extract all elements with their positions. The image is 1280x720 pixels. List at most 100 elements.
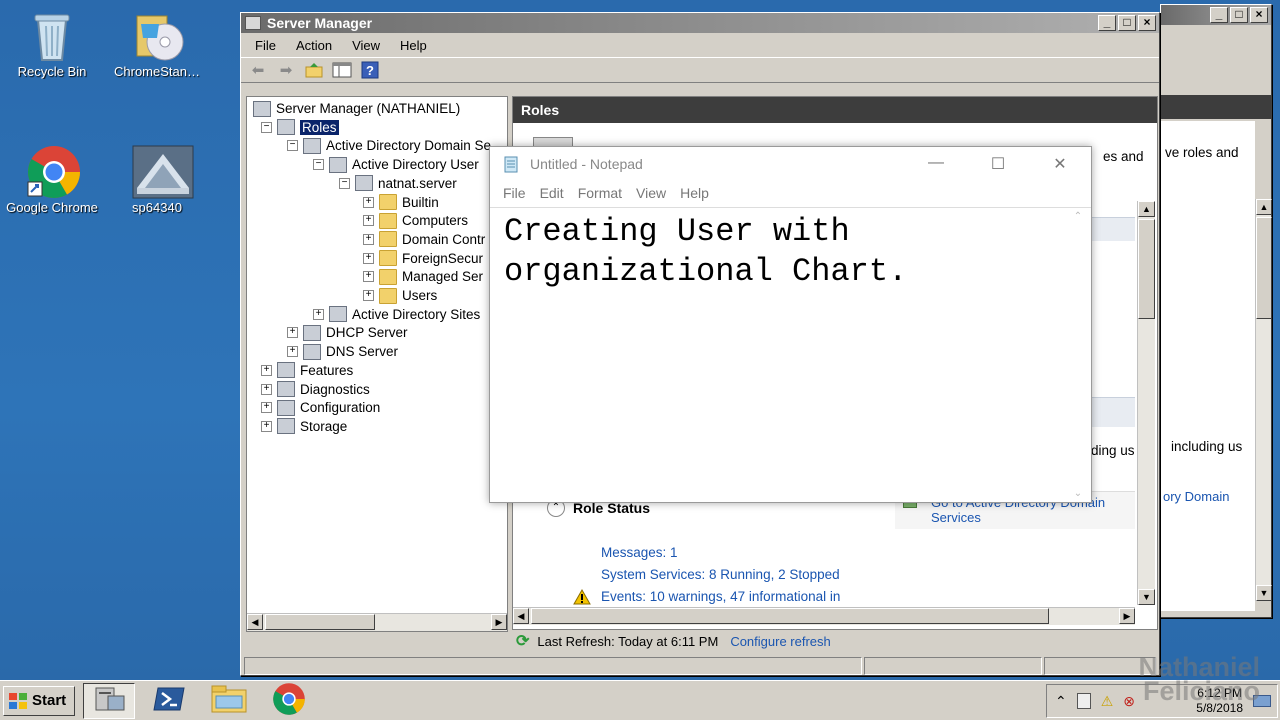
scroll-thumb[interactable] bbox=[1256, 217, 1272, 319]
expand-icon[interactable]: + bbox=[287, 327, 298, 339]
tree-item[interactable]: + DNS Server bbox=[287, 342, 398, 361]
action-center-icon[interactable] bbox=[1076, 693, 1091, 709]
events-link[interactable]: Events: 10 warnings, 47 informational in bbox=[601, 589, 840, 604]
tree-item[interactable]: + DHCP Server bbox=[287, 323, 408, 342]
scroll-thumb[interactable] bbox=[1138, 219, 1155, 319]
show-hidden-icons-icon[interactable]: ⌃ bbox=[1055, 693, 1067, 710]
tree-item[interactable]: + Features bbox=[261, 361, 353, 380]
scroll-up-button[interactable]: ▲ bbox=[1256, 199, 1272, 215]
expand-icon[interactable]: + bbox=[363, 271, 374, 283]
collapse-icon[interactable]: − bbox=[261, 121, 272, 133]
messages-link[interactable]: Messages: 1 bbox=[601, 545, 678, 560]
start-button[interactable]: Start bbox=[3, 685, 75, 716]
notepad-text-area[interactable]: Creating User with organizational Chart. bbox=[490, 207, 1091, 503]
menu-format[interactable]: Format bbox=[573, 185, 627, 201]
minimize-icon[interactable]: — bbox=[905, 154, 967, 174]
background-window-titlebar[interactable]: _ □ × bbox=[1161, 5, 1271, 25]
notepad-titlebar[interactable]: Untitled - Notepad — ☐ ✕ bbox=[490, 147, 1091, 181]
expand-icon[interactable]: + bbox=[261, 420, 272, 432]
server-manager-titlebar[interactable]: Server Manager _ □ × bbox=[241, 13, 1159, 33]
scroll-down-button[interactable]: ▼ bbox=[1138, 589, 1155, 605]
menu-view[interactable]: View bbox=[344, 36, 388, 55]
tree-item[interactable]: + Diagnostics bbox=[261, 380, 370, 399]
close-button[interactable]: × bbox=[1138, 15, 1156, 31]
roles-vscrollbar[interactable]: ▲ ▼ bbox=[1137, 201, 1155, 605]
tree-item[interactable]: + Active Directory Sites bbox=[313, 305, 480, 324]
scroll-thumb[interactable] bbox=[531, 608, 1049, 624]
expand-icon[interactable]: + bbox=[363, 252, 374, 264]
menu-help[interactable]: Help bbox=[392, 36, 435, 55]
tree-item[interactable]: − Active Directory User bbox=[313, 155, 479, 174]
tree-item[interactable]: + Computers bbox=[363, 211, 468, 230]
background-window-scrollbar[interactable]: ▲ ▼ bbox=[1255, 199, 1272, 601]
tree-item[interactable]: + ForeignSecur bbox=[363, 249, 483, 268]
notepad-window[interactable]: Untitled - Notepad — ☐ ✕ File Edit Forma… bbox=[489, 146, 1092, 503]
tree-item[interactable]: − Roles bbox=[261, 118, 339, 137]
expand-icon[interactable]: + bbox=[363, 233, 374, 245]
tree-item[interactable]: + Users bbox=[363, 286, 437, 305]
system-services-link[interactable]: System Services: 8 Running, 2 Stopped bbox=[601, 567, 840, 582]
go-to-ad-link-line2[interactable]: Services bbox=[931, 510, 981, 525]
menu-file[interactable]: File bbox=[498, 185, 531, 201]
scroll-up-button[interactable]: ⌃ bbox=[1071, 211, 1085, 222]
help-icon[interactable]: ? bbox=[359, 60, 381, 80]
collapse-icon[interactable]: − bbox=[287, 140, 298, 152]
menu-edit[interactable]: Edit bbox=[535, 185, 569, 201]
maximize-icon[interactable]: ☐ bbox=[967, 154, 1029, 174]
scroll-right-button[interactable]: ▶ bbox=[1119, 608, 1135, 624]
close-button[interactable]: × bbox=[1250, 7, 1268, 23]
tree-hscrollbar[interactable]: ◀ ▶ bbox=[247, 613, 507, 631]
minimize-button[interactable]: _ bbox=[1098, 15, 1116, 31]
back-arrow-icon[interactable]: ⬅ bbox=[247, 60, 269, 80]
expand-icon[interactable]: + bbox=[261, 402, 272, 414]
menu-view[interactable]: View bbox=[631, 185, 671, 201]
maximize-button[interactable]: □ bbox=[1118, 15, 1136, 31]
up-folder-icon[interactable] bbox=[303, 60, 325, 80]
notepad-scrollbar[interactable]: ⌃ ⌄ bbox=[1071, 211, 1085, 499]
desktop-icon-recycle-bin[interactable]: Recycle Bin bbox=[2, 8, 102, 79]
taskbar-chrome[interactable] bbox=[263, 683, 315, 719]
tree-item[interactable]: + Storage bbox=[261, 417, 347, 436]
roles-hscrollbar[interactable]: ◀ ▶ bbox=[513, 607, 1135, 625]
expand-icon[interactable]: + bbox=[363, 290, 374, 301]
scroll-down-button[interactable]: ⌄ bbox=[1071, 488, 1085, 499]
configure-refresh-link[interactable]: Configure refresh bbox=[730, 634, 830, 649]
collapse-icon[interactable]: − bbox=[313, 159, 324, 171]
scroll-down-button[interactable]: ▼ bbox=[1256, 585, 1272, 601]
scroll-up-button[interactable]: ▲ bbox=[1138, 201, 1155, 217]
tree-item[interactable]: − natnat.server bbox=[339, 174, 457, 193]
scroll-thumb[interactable] bbox=[265, 614, 375, 630]
tree-item[interactable]: + Builtin bbox=[363, 193, 439, 212]
menu-help[interactable]: Help bbox=[675, 185, 714, 201]
scroll-right-button[interactable]: ▶ bbox=[491, 614, 507, 630]
scroll-left-button[interactable]: ◀ bbox=[247, 614, 263, 630]
taskbar-powershell[interactable] bbox=[143, 683, 195, 719]
collapse-icon[interactable]: − bbox=[339, 177, 350, 189]
expand-icon[interactable]: + bbox=[287, 346, 298, 358]
taskbar-server-manager[interactable] bbox=[83, 682, 135, 719]
close-icon[interactable]: ✕ bbox=[1029, 154, 1091, 174]
expand-icon[interactable]: + bbox=[261, 383, 272, 395]
desktop-icon-google-chrome[interactable]: Google Chrome bbox=[2, 144, 102, 215]
tree-item[interactable]: − Active Directory Domain Se bbox=[287, 136, 491, 155]
desktop-icon-chromestandalone[interactable]: ChromeStan… bbox=[107, 8, 207, 79]
scroll-left-button[interactable]: ◀ bbox=[513, 608, 529, 624]
expand-icon[interactable]: + bbox=[363, 196, 374, 208]
maximize-button[interactable]: □ bbox=[1230, 7, 1248, 23]
tree-item[interactable]: Server Manager (NATHANIEL) bbox=[253, 99, 460, 118]
desktop-icon-sp64340[interactable]: sp64340 bbox=[107, 144, 207, 215]
expand-icon[interactable]: + bbox=[363, 215, 374, 227]
background-window-link[interactable]: ory Domain bbox=[1163, 489, 1229, 504]
expand-icon[interactable]: + bbox=[313, 308, 324, 320]
console-tree[interactable]: Server Manager (NATHANIEL) − Roles − Active … bbox=[246, 96, 508, 632]
tree-item[interactable]: + Domain Contr bbox=[363, 230, 485, 249]
refresh-icon[interactable]: ⟳ bbox=[516, 631, 529, 651]
show-hide-tree-icon[interactable] bbox=[331, 60, 353, 80]
tree-item[interactable]: + Managed Ser bbox=[363, 267, 483, 286]
tree-item[interactable]: + Configuration bbox=[261, 398, 380, 417]
expand-icon[interactable]: + bbox=[261, 364, 272, 376]
background-window[interactable]: _ □ × ve roles and including us ory Doma… bbox=[1160, 4, 1272, 618]
minimize-button[interactable]: _ bbox=[1210, 7, 1228, 23]
taskbar-explorer[interactable] bbox=[203, 683, 255, 719]
menu-action[interactable]: Action bbox=[288, 36, 340, 55]
